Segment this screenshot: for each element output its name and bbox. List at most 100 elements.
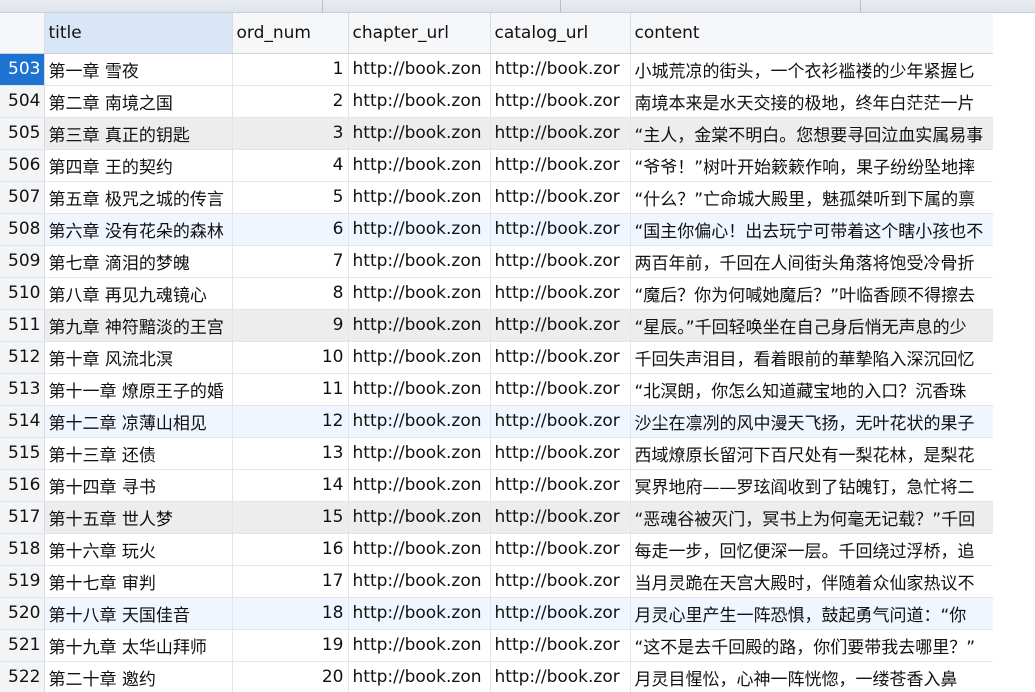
column-header-catalog-url[interactable]: catalog_url — [490, 13, 631, 54]
ord-num-cell[interactable]: 12 — [232, 405, 349, 438]
content-cell[interactable]: “北溟朗，你怎么知道藏宝地的入口？沉香珠 — [630, 373, 994, 406]
row-number-cell[interactable]: 519 — [0, 565, 45, 598]
content-cell[interactable]: 西域燎原长留河下百尺处有一梨花林，是梨花 — [630, 437, 994, 470]
row-number-cell[interactable]: 517 — [0, 501, 45, 534]
row-number-cell[interactable]: 504 — [0, 85, 45, 118]
table-row[interactable]: 506 第四章 王的契约 4 http://book.zon http://book.z… — [0, 149, 994, 182]
catalog-url-cell[interactable]: http://book.zor — [490, 53, 631, 86]
content-cell[interactable]: “恶魂谷被灭门，冥书上为何毫无记载？”千回 — [630, 501, 994, 534]
table-row[interactable]: 512 第十章 风流北溟 10 http://book.zon http://book.… — [0, 341, 994, 374]
title-cell[interactable]: 第九章 神符黯淡的王宫 — [44, 309, 233, 342]
catalog-url-cell[interactable]: http://book.zor — [490, 565, 631, 598]
content-cell[interactable]: 当月灵跪在天宫大殿时，伴随着众仙家热议不 — [630, 565, 994, 598]
catalog-url-cell[interactable]: http://book.zor — [490, 501, 631, 534]
title-cell[interactable]: 第十四章 寻书 — [44, 469, 233, 502]
ord-num-cell[interactable]: 3 — [232, 117, 349, 150]
content-cell[interactable]: “爷爷！”树叶开始簌簌作响，果子纷纷坠地摔 — [630, 149, 994, 182]
chapter-url-cell[interactable]: http://book.zon — [348, 661, 491, 692]
row-number-header[interactable] — [0, 13, 45, 54]
column-header-ord-num[interactable]: ord_num — [232, 13, 349, 54]
ord-num-cell[interactable]: 9 — [232, 309, 349, 342]
chapter-url-cell[interactable]: http://book.zon — [348, 245, 491, 278]
title-cell[interactable]: 第十八章 天国佳音 — [44, 597, 233, 630]
content-cell[interactable]: 沙尘在凛冽的风中漫天飞扬，无叶花状的果子 — [630, 405, 994, 438]
table-row[interactable]: 505 第三章 真正的钥匙 3 http://book.zon http://book.… — [0, 117, 994, 150]
table-row[interactable]: 517 第十五章 世人梦 15 http://book.zon http://book.… — [0, 501, 994, 534]
ord-num-cell[interactable]: 2 — [232, 85, 349, 118]
content-cell[interactable]: “星辰。”千回轻唤坐在自己身后悄无声息的少 — [630, 309, 994, 342]
ord-num-cell[interactable]: 6 — [232, 213, 349, 246]
ord-num-cell[interactable]: 10 — [232, 341, 349, 374]
ord-num-cell[interactable]: 1 — [232, 53, 349, 86]
ord-num-cell[interactable]: 5 — [232, 181, 349, 214]
content-cell[interactable]: 小城荒凉的街头，一个衣衫褴褛的少年紧握匕 — [630, 53, 994, 86]
title-cell[interactable]: 第六章 没有花朵的森林 — [44, 213, 233, 246]
chapter-url-cell[interactable]: http://book.zon — [348, 117, 491, 150]
table-row[interactable]: 504 第二章 南境之国 2 http://book.zon http://book.z… — [0, 85, 994, 118]
column-header-content[interactable]: content — [630, 13, 994, 54]
row-number-cell[interactable]: 521 — [0, 629, 45, 662]
ord-num-cell[interactable]: 15 — [232, 501, 349, 534]
content-cell[interactable]: 两百年前，千回在人间街头角落将饱受冷骨折 — [630, 245, 994, 278]
content-cell[interactable]: 每走一步，回忆便深一层。千回绕过浮桥，追 — [630, 533, 994, 566]
row-number-cell[interactable]: 508 — [0, 213, 45, 246]
table-row[interactable]: 511 第九章 神符黯淡的王宫 9 http://book.zon http://boo… — [0, 309, 994, 342]
catalog-url-cell[interactable]: http://book.zor — [490, 661, 631, 692]
table-row[interactable]: 519 第十七章 审判 17 http://book.zon http://book.z… — [0, 565, 994, 598]
table-row[interactable]: 514 第十二章 凉薄山相见 12 http://book.zon http://boo… — [0, 405, 994, 438]
ord-num-cell[interactable]: 4 — [232, 149, 349, 182]
ord-num-cell[interactable]: 13 — [232, 437, 349, 470]
row-number-cell[interactable]: 518 — [0, 533, 45, 566]
title-cell[interactable]: 第十九章 太华山拜师 — [44, 629, 233, 662]
content-cell[interactable]: 南境本来是水天交接的极地，终年白茫茫一片 — [630, 85, 994, 118]
row-number-cell[interactable]: 509 — [0, 245, 45, 278]
row-number-cell[interactable]: 507 — [0, 181, 45, 214]
table-row[interactable]: 522 第二十章 邀约 20 http://book.zon http://book.z… — [0, 661, 994, 692]
content-cell[interactable]: 月灵心里产生一阵恐惧，鼓起勇气问道：“你 — [630, 597, 994, 630]
title-cell[interactable]: 第十六章 玩火 — [44, 533, 233, 566]
row-number-cell[interactable]: 522 — [0, 661, 45, 692]
chapter-url-cell[interactable]: http://book.zon — [348, 213, 491, 246]
row-number-cell[interactable]: 512 — [0, 341, 45, 374]
catalog-url-cell[interactable]: http://book.zor — [490, 245, 631, 278]
row-number-cell[interactable]: 510 — [0, 277, 45, 310]
catalog-url-cell[interactable]: http://book.zor — [490, 533, 631, 566]
catalog-url-cell[interactable]: http://book.zor — [490, 405, 631, 438]
row-number-cell[interactable]: 503 — [0, 53, 45, 86]
chapter-url-cell[interactable]: http://book.zon — [348, 437, 491, 470]
chapter-url-cell[interactable]: http://book.zon — [348, 181, 491, 214]
chapter-url-cell[interactable]: http://book.zon — [348, 629, 491, 662]
content-cell[interactable]: “什么？”亡命城大殿里，魅孤桀听到下属的禀 — [630, 181, 994, 214]
chapter-url-cell[interactable]: http://book.zon — [348, 533, 491, 566]
chapter-url-cell[interactable]: http://book.zon — [348, 565, 491, 598]
row-number-cell[interactable]: 514 — [0, 405, 45, 438]
table-row[interactable]: 513 第十一章 燎原王子的婚 11 http://book.zon http://bo… — [0, 373, 994, 406]
catalog-url-cell[interactable]: http://book.zor — [490, 309, 631, 342]
content-cell[interactable]: “国主你偏心！出去玩宁可带着这个瞎小孩也不 — [630, 213, 994, 246]
catalog-url-cell[interactable]: http://book.zor — [490, 213, 631, 246]
table-row[interactable]: 520 第十八章 天国佳音 18 http://book.zon http://book… — [0, 597, 994, 630]
row-number-cell[interactable]: 505 — [0, 117, 45, 150]
title-cell[interactable]: 第二章 南境之国 — [44, 85, 233, 118]
table-row[interactable]: 509 第七章 滴泪的梦魄 7 http://book.zon http://book.… — [0, 245, 994, 278]
title-cell[interactable]: 第十二章 凉薄山相见 — [44, 405, 233, 438]
chapter-url-cell[interactable]: http://book.zon — [348, 373, 491, 406]
table-row[interactable]: 507 第五章 极咒之城的传言 5 http://book.zon http://boo… — [0, 181, 994, 214]
title-cell[interactable]: 第十章 风流北溟 — [44, 341, 233, 374]
title-cell[interactable]: 第二十章 邀约 — [44, 661, 233, 692]
catalog-url-cell[interactable]: http://book.zor — [490, 149, 631, 182]
ord-num-cell[interactable]: 14 — [232, 469, 349, 502]
title-cell[interactable]: 第七章 滴泪的梦魄 — [44, 245, 233, 278]
table-row[interactable]: 503 第一章 雪夜 1 http://book.zon http://book.zor… — [0, 53, 994, 86]
row-number-cell[interactable]: 506 — [0, 149, 45, 182]
column-header-title[interactable]: title — [44, 13, 233, 54]
chapter-url-cell[interactable]: http://book.zon — [348, 149, 491, 182]
chapter-url-cell[interactable]: http://book.zon — [348, 469, 491, 502]
content-cell[interactable]: 千回失声泪目，看着眼前的華摯陷入深沉回忆 — [630, 341, 994, 374]
title-cell[interactable]: 第八章 再见九魂镜心 — [44, 277, 233, 310]
content-cell[interactable]: “这不是去千回殿的路，你们要带我去哪里？” — [630, 629, 994, 662]
title-cell[interactable]: 第一章 雪夜 — [44, 53, 233, 86]
content-cell[interactable]: 冥界地府——罗玹阎收到了钻魄钉，急忙将二 — [630, 469, 994, 502]
ord-num-cell[interactable]: 17 — [232, 565, 349, 598]
catalog-url-cell[interactable]: http://book.zor — [490, 85, 631, 118]
